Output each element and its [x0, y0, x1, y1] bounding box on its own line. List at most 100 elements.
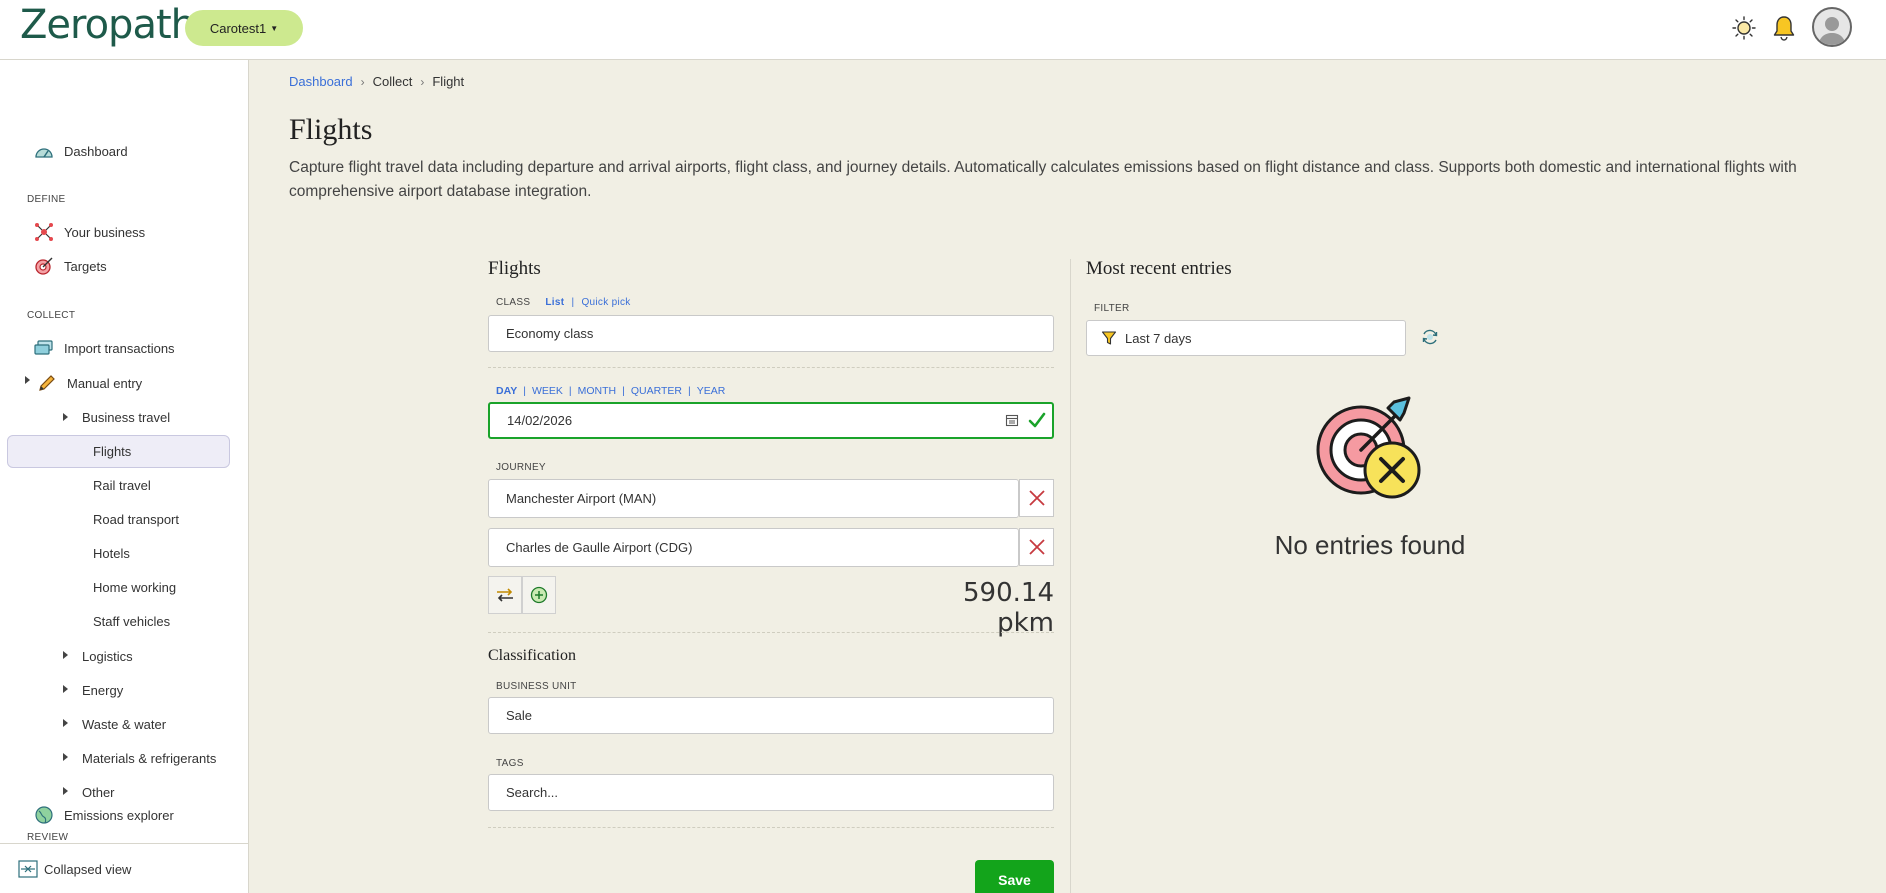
- period-day-link[interactable]: DAY: [496, 385, 517, 397]
- stack-cards-icon: [34, 338, 54, 358]
- sidebar-item-label: Dashboard: [64, 143, 128, 159]
- tags-label: TAGS: [496, 758, 524, 769]
- sidebar-item-label: Rail travel: [93, 477, 151, 493]
- from-airport-value: Manchester Airport (MAN): [506, 491, 657, 506]
- sidebar-item-home-working[interactable]: Home working: [93, 575, 176, 599]
- class-select-value: Economy class: [506, 326, 594, 341]
- filter-select[interactable]: Last 7 days: [1086, 320, 1406, 356]
- period-separator: |: [568, 385, 572, 397]
- business-unit-label: BUSINESS UNIT: [496, 681, 577, 692]
- sidebar-item-label: Import transactions: [64, 340, 175, 356]
- sidebar-item-label: Home working: [93, 579, 177, 595]
- sidebar-item-label: Flights: [93, 443, 132, 459]
- sidebar-item-dashboard[interactable]: Dashboard: [34, 139, 128, 163]
- expand-triangle-icon[interactable]: [63, 719, 68, 727]
- section-divider: [488, 632, 1054, 633]
- target-icon: [34, 256, 54, 276]
- sidebar-item-materials-refrigerants[interactable]: Materials & refrigerants: [82, 746, 216, 770]
- sidebar-item-emissions-explorer[interactable]: Emissions explorer: [34, 803, 174, 827]
- pencil-icon: [37, 373, 57, 393]
- form-title: Flights: [488, 258, 541, 279]
- org-selector[interactable]: Carotest1 ▼: [185, 10, 303, 46]
- zeropath-logo[interactable]: Zeropath: [20, 2, 196, 48]
- breadcrumb-dashboard-link[interactable]: Dashboard: [289, 74, 353, 89]
- page-title: Flights: [289, 113, 373, 146]
- theme-toggle-sun-icon[interactable]: [1728, 12, 1760, 44]
- collapsed-view-toggle[interactable]: Collapsed view: [18, 857, 131, 881]
- refresh-icon[interactable]: [1420, 327, 1440, 352]
- breadcrumb-separator: ›: [360, 74, 365, 89]
- breadcrumb-collect[interactable]: Collect: [373, 74, 413, 89]
- sidebar-item-other[interactable]: Other: [82, 780, 115, 804]
- collapsed-view-label: Collapsed view: [44, 861, 132, 877]
- breadcrumb-separator: ›: [420, 74, 425, 89]
- sidebar-item-manual-entry[interactable]: Manual entry: [37, 371, 142, 395]
- journey-distance: 590.14 pkm: [963, 578, 1054, 638]
- sidebar-item-logistics[interactable]: Logistics: [82, 644, 133, 668]
- sidebar-footer: Collapsed view: [0, 843, 248, 893]
- add-leg-button[interactable]: [522, 576, 556, 614]
- clear-to-airport-button[interactable]: [1019, 528, 1054, 566]
- breadcrumb: Dashboard › Collect › Flight: [289, 74, 464, 89]
- sidebar-item-business-travel[interactable]: Business travel: [82, 405, 170, 429]
- sidebar-item-energy[interactable]: Energy: [82, 678, 123, 702]
- clear-from-airport-button[interactable]: [1019, 479, 1054, 517]
- sidebar-item-label: Targets: [64, 258, 107, 274]
- class-mode-quick-pick-link[interactable]: Quick pick: [581, 297, 630, 308]
- expand-triangle-icon[interactable]: [63, 685, 68, 693]
- expand-triangle-icon[interactable]: [63, 413, 68, 421]
- close-icon: [1028, 539, 1045, 555]
- gauge-icon: [34, 141, 54, 161]
- tags-search-input[interactable]: Search...: [488, 774, 1054, 811]
- class-select[interactable]: Economy class: [488, 315, 1054, 352]
- period-quarter-link[interactable]: QUARTER: [631, 385, 682, 397]
- sidebar-item-hotels[interactable]: Hotels: [93, 541, 130, 565]
- sidebar-item-label: Energy: [82, 682, 124, 698]
- sidebar-item-label: Road transport: [93, 511, 179, 527]
- sidebar: Dashboard DEFINE Your business Targets C…: [0, 60, 249, 893]
- period-month-link[interactable]: MONTH: [578, 385, 617, 397]
- sidebar-item-label: Logistics: [82, 648, 133, 664]
- sidebar-item-label: Staff vehicles: [93, 613, 171, 629]
- filter-label: FILTER: [1094, 303, 1130, 314]
- sidebar-item-road-transport[interactable]: Road transport: [93, 507, 179, 531]
- period-week-link[interactable]: WEEK: [532, 385, 563, 397]
- sidebar-item-import-transactions[interactable]: Import transactions: [34, 336, 175, 360]
- recent-entries-title: Most recent entries: [1086, 258, 1232, 279]
- sidebar-heading-collect: COLLECT: [27, 310, 76, 321]
- section-divider: [488, 827, 1054, 828]
- section-divider: [488, 367, 1054, 368]
- swap-airports-button[interactable]: [488, 576, 522, 614]
- class-label-text: CLASS: [496, 297, 531, 308]
- notifications-bell-icon[interactable]: [1768, 12, 1800, 44]
- sidebar-item-label: Hotels: [93, 545, 130, 561]
- save-button[interactable]: Save: [975, 860, 1054, 893]
- tags-placeholder: Search...: [506, 785, 559, 800]
- expand-triangle-icon[interactable]: [63, 753, 68, 761]
- filter-value: Last 7 days: [1125, 330, 1192, 346]
- class-mode-list-link[interactable]: List: [545, 297, 564, 308]
- sidebar-item-waste-water[interactable]: Waste & water: [82, 712, 166, 736]
- sidebar-item-targets[interactable]: Targets: [34, 254, 107, 278]
- period-separator: |: [622, 385, 625, 397]
- expand-triangle-icon[interactable]: [63, 787, 68, 795]
- expand-triangle-icon[interactable]: [63, 651, 68, 659]
- sidebar-item-label: Business travel: [82, 409, 171, 425]
- date-input[interactable]: 14/02/2026: [488, 402, 1054, 439]
- calendar-icon[interactable]: [1005, 413, 1019, 430]
- sidebar-item-flights[interactable]: Flights: [93, 439, 131, 463]
- caret-down-icon: ▼: [270, 23, 279, 33]
- period-selector: DAY | WEEK | MONTH | QUARTER | YEAR: [496, 385, 725, 397]
- period-separator: |: [523, 385, 526, 397]
- sidebar-item-rail-travel[interactable]: Rail travel: [93, 473, 151, 497]
- valid-check-icon: [1028, 411, 1046, 432]
- period-year-link[interactable]: YEAR: [697, 385, 726, 397]
- user-avatar[interactable]: [1812, 7, 1852, 47]
- sidebar-item-staff-vehicles[interactable]: Staff vehicles: [93, 609, 170, 633]
- to-airport-input[interactable]: Charles de Gaulle Airport (CDG): [488, 528, 1019, 567]
- from-airport-input[interactable]: Manchester Airport (MAN): [488, 479, 1019, 518]
- expand-triangle-icon[interactable]: [25, 376, 30, 384]
- sidebar-item-your-business[interactable]: Your business: [34, 220, 145, 244]
- business-unit-select[interactable]: Sale: [488, 697, 1054, 734]
- business-unit-value: Sale: [506, 708, 533, 723]
